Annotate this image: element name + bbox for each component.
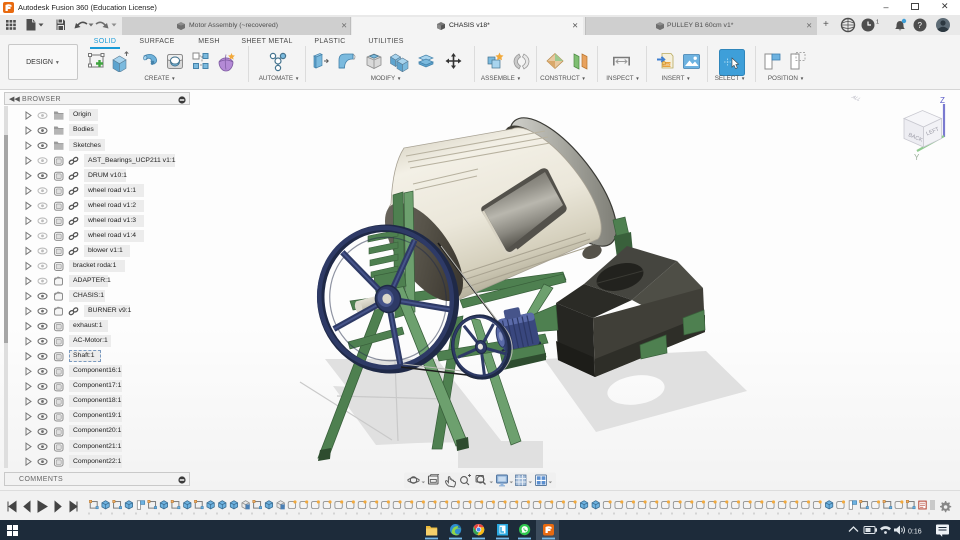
svg-text:0:16: 0:16 <box>908 529 922 536</box>
